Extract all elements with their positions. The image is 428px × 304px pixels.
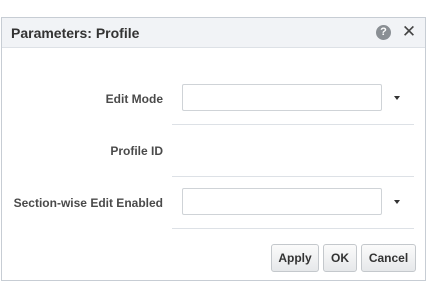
- help-icon[interactable]: ?: [376, 25, 391, 40]
- apply-button[interactable]: Apply: [271, 244, 319, 272]
- row-divider: [172, 176, 414, 177]
- ok-button[interactable]: OK: [323, 244, 357, 272]
- profile-id-label: Profile ID: [110, 144, 163, 158]
- row-divider: [172, 228, 414, 229]
- row-divider: [172, 124, 414, 125]
- edit-mode-input[interactable]: [182, 84, 382, 111]
- cancel-button[interactable]: Cancel: [361, 244, 416, 272]
- dialog-title: Parameters: Profile: [11, 25, 140, 41]
- dialog-titlebar: Parameters: Profile ? ✕: [2, 18, 425, 48]
- parameters-dialog: Parameters: Profile ? ✕ Edit Mode Profil…: [1, 17, 426, 281]
- close-icon[interactable]: ✕: [401, 22, 417, 42]
- section-edit-chevron-down-icon[interactable]: [390, 195, 404, 209]
- section-edit-label: Section-wise Edit Enabled: [13, 196, 163, 210]
- edit-mode-label: Edit Mode: [105, 92, 163, 106]
- section-edit-input[interactable]: [182, 188, 382, 215]
- edit-mode-chevron-down-icon[interactable]: [390, 91, 404, 105]
